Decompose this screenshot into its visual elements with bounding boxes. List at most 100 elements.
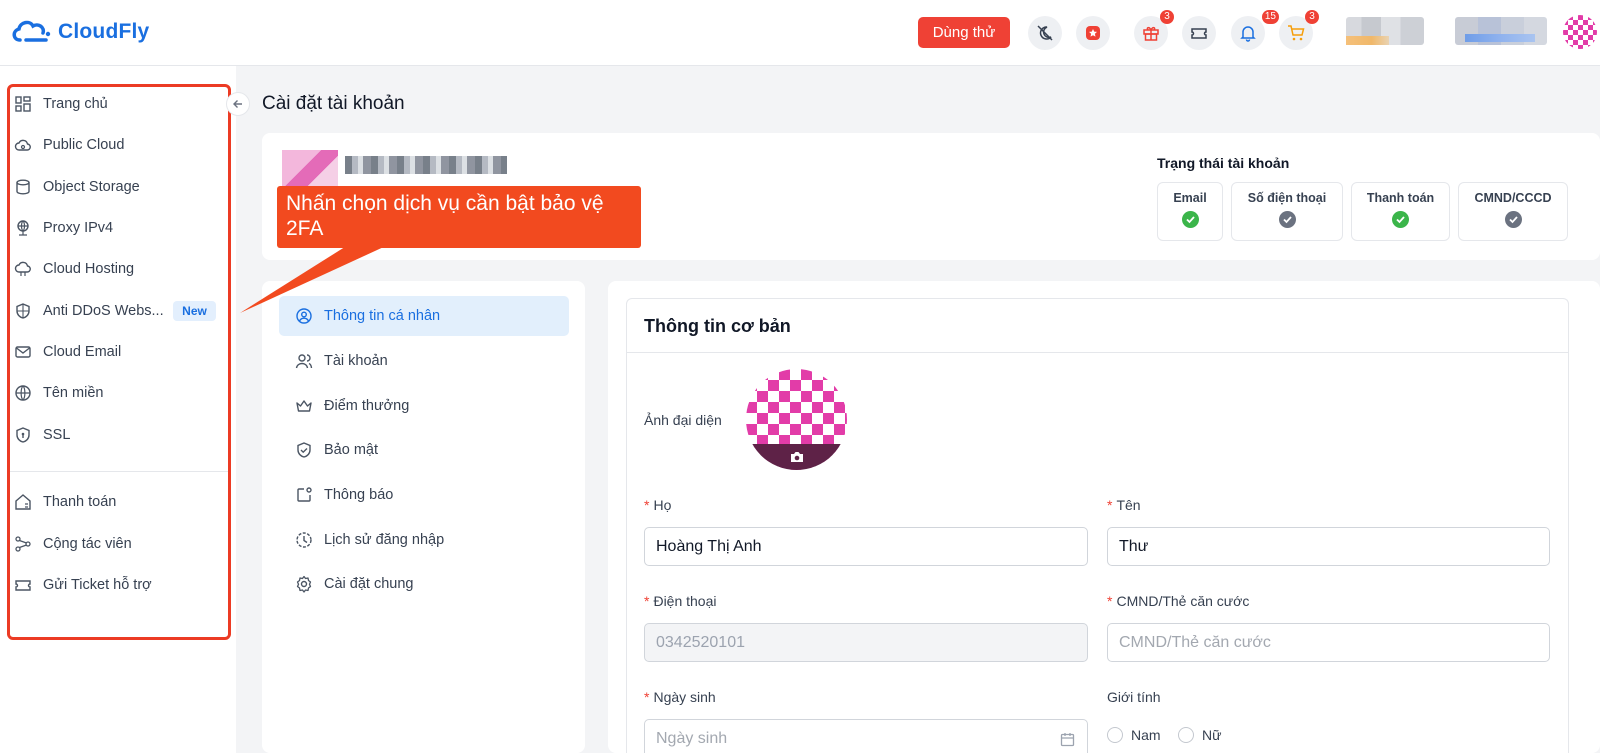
globe-icon	[15, 385, 31, 401]
sidebar-item-cloud-hosting[interactable]: Cloud Hosting	[14, 257, 134, 281]
storage-icon	[16, 179, 30, 195]
gender-male-label[interactable]: Nam	[1131, 727, 1161, 743]
sidebar-item-home[interactable]: Trang chủ	[14, 92, 108, 116]
users-icon	[295, 354, 313, 369]
history-icon	[296, 532, 312, 548]
profile-avatar[interactable]	[746, 369, 847, 470]
sidebar-divider	[10, 471, 228, 472]
crown-icon	[296, 400, 312, 412]
promo-button[interactable]	[1076, 16, 1110, 50]
phone-label-text: Điện thoại	[653, 593, 717, 609]
shield-icon	[16, 303, 30, 319]
last-name-input[interactable]: Hoàng Thị Anh	[644, 527, 1088, 566]
check-icon	[1392, 211, 1409, 228]
gender-female-radio[interactable]	[1178, 727, 1194, 743]
logo[interactable]: CloudFly	[10, 16, 149, 48]
no-moon-icon	[1037, 25, 1053, 41]
sidebar-item-affiliate[interactable]: Cộng tác viên	[14, 532, 132, 556]
status-payment: Thanh toán	[1351, 182, 1450, 241]
page-title: Cài đặt tài khoản	[262, 93, 405, 114]
cart-icon	[1288, 25, 1305, 41]
user-avatar[interactable]	[1563, 15, 1597, 49]
theme-toggle-button[interactable]	[1028, 16, 1062, 50]
brand-name: CloudFly	[58, 20, 150, 43]
phone-input[interactable]: 0342520101	[644, 623, 1088, 662]
id-card-input[interactable]: CMND/Thẻ căn cước	[1107, 623, 1550, 662]
tab-security[interactable]: Bảo mật	[279, 430, 569, 470]
notification-button[interactable]: 15	[1231, 10, 1279, 50]
camera-icon[interactable]	[746, 444, 847, 470]
cart-count-badge: 3	[1305, 10, 1319, 24]
sidebar-item-ssl[interactable]: SSL	[14, 423, 70, 447]
tab-general-settings[interactable]: Cài đặt chung	[279, 564, 569, 604]
sidebar-item-label: Object Storage	[43, 179, 140, 195]
dashboard-icon	[15, 96, 31, 112]
mail-icon	[15, 346, 31, 358]
ticket-icon	[15, 580, 31, 591]
sidebar-item-support-ticket[interactable]: Gửi Ticket hỗ trợ	[14, 573, 152, 597]
first-name-input[interactable]: Thư	[1107, 527, 1550, 566]
tutorial-callout: Nhấn chọn dịch vụ cần bật bảo vệ 2FA	[277, 186, 641, 248]
cloudfly-logo-icon	[12, 20, 51, 42]
settings-icon	[296, 575, 312, 593]
check-icon	[1181, 211, 1199, 228]
menu-item-label: Lịch sử đăng nhập	[324, 532, 445, 548]
status-id-card: CMND/CCCD	[1458, 182, 1568, 241]
id-card-label-text: CMND/Thẻ căn cước	[1116, 593, 1250, 609]
required-marker: *	[644, 593, 650, 609]
gift-button[interactable]: 3	[1134, 10, 1174, 50]
avatar-label: Ảnh đại diện	[644, 412, 722, 428]
sidebar-item-public-cloud[interactable]: Public Cloud	[14, 133, 124, 157]
collapse-sidebar-button[interactable]	[226, 92, 250, 116]
ticket-icon	[1191, 28, 1207, 39]
tab-notifications[interactable]: Thông báo	[279, 475, 569, 515]
gender-male-radio[interactable]	[1107, 727, 1123, 743]
cloud-icon	[14, 139, 31, 151]
account-status-title: Trạng thái tài khoản	[1157, 155, 1290, 171]
sidebar-item-billing[interactable]: Thanh toán	[14, 490, 116, 514]
tab-rewards[interactable]: Điểm thưởng	[279, 386, 569, 426]
account-balance-blurred[interactable]	[1346, 17, 1424, 45]
bell-icon	[1240, 26, 1256, 42]
sidebar-item-label: Thanh toán	[43, 494, 117, 510]
check-icon	[1504, 211, 1522, 228]
check-icon	[1278, 211, 1296, 228]
tab-account[interactable]: Tài khoản	[279, 341, 569, 381]
sidebar-item-domains[interactable]: Tên miền	[14, 381, 103, 405]
sidebar-item-object-storage[interactable]: Object Storage	[14, 175, 140, 199]
required-marker: *	[1107, 497, 1113, 513]
status-label: Thanh toán	[1366, 191, 1435, 205]
ssl-icon	[16, 427, 30, 443]
billing-icon	[15, 494, 31, 510]
first-name-label: * Tên	[1107, 497, 1141, 513]
star-badge-icon	[1086, 26, 1100, 40]
sidebar-item-label: Public Cloud	[43, 137, 125, 153]
sidebar-item-label: Gửi Ticket hỗ trợ	[43, 577, 152, 593]
try-button[interactable]: Dùng thử	[918, 17, 1010, 48]
tab-login-history[interactable]: Lịch sử đăng nhập	[279, 520, 569, 560]
status-label: CMND/CCCD	[1474, 191, 1552, 205]
notification-icon	[297, 487, 312, 502]
divider	[627, 352, 1568, 353]
first-name-label-text: Tên	[1116, 497, 1141, 513]
sidebar-item-cloud-email[interactable]: Cloud Email	[14, 340, 121, 364]
sidebar-item-anti-ddos[interactable]: Anti DDoS Webs...	[14, 299, 164, 323]
birthday-label-text: Ngày sinh	[653, 689, 716, 705]
ticket-button[interactable]	[1182, 16, 1216, 50]
sidebar-item-proxy-ipv4[interactable]: Proxy IPv4	[14, 216, 113, 240]
notification-count-badge: 15	[1261, 10, 1279, 24]
cart-button[interactable]: 3	[1279, 10, 1319, 50]
menu-item-label: Tài khoản	[324, 353, 388, 369]
top-header: CloudFly Dùng thử 3 15 3	[0, 0, 1600, 66]
hosting-icon	[14, 261, 31, 276]
calendar-icon[interactable]	[1060, 732, 1075, 747]
callout-pointer	[240, 245, 388, 313]
proxy-icon	[17, 220, 29, 236]
status-email: Email	[1157, 182, 1223, 241]
user-email-blurred[interactable]	[1455, 17, 1547, 45]
menu-item-label: Bảo mật	[324, 442, 378, 458]
new-badge: New	[173, 301, 216, 321]
gender-female-label[interactable]: Nữ	[1202, 727, 1221, 743]
phone-label: * Điện thoại	[644, 593, 717, 609]
birthday-input[interactable]: Ngày sinh	[644, 719, 1088, 753]
